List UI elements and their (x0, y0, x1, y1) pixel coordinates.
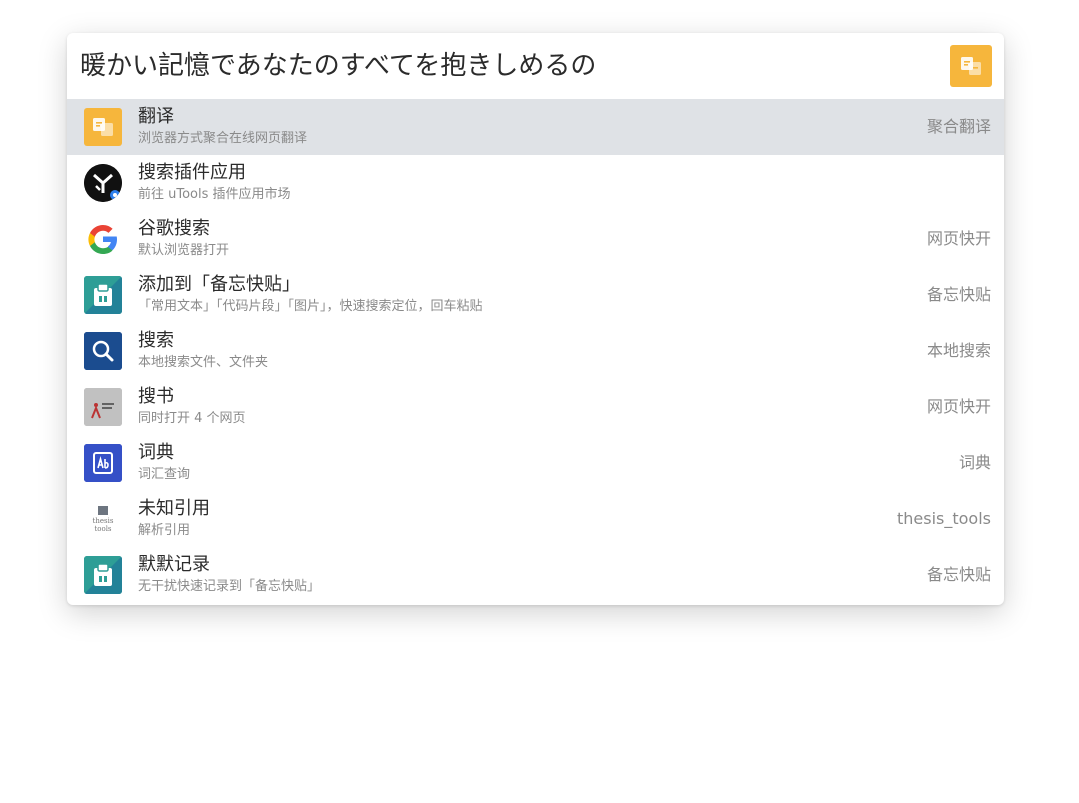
result-tag: 备忘快贴 (926, 285, 991, 304)
result-title: 翻译 (138, 106, 174, 127)
result-description: 无干扰快速记录到「备忘快贴」 (138, 579, 321, 594)
result-tag: 网页快开 (926, 397, 991, 416)
magnifier-icon (84, 332, 122, 370)
dictionary-icon (84, 444, 122, 482)
result-item-google-search[interactable]: 谷歌搜索 默认浏览器打开 网页快开 (67, 211, 1004, 267)
result-description: 浏览器方式聚合在线网页翻译 (138, 131, 308, 146)
result-title: 搜索 (138, 330, 174, 351)
result-title: 未知引用 (138, 498, 210, 519)
result-title: 搜书 (138, 386, 174, 407)
translate-plugin-button[interactable] (950, 45, 992, 87)
search-input[interactable] (80, 48, 940, 84)
result-description: 本地搜索文件、文件夹 (138, 355, 269, 370)
result-item-add-to-clipboard[interactable]: 添加到「备忘快贴」 「常用文本」「代码片段」「图片」，快速搜索定位，回车粘贴 备… (67, 267, 1004, 323)
result-description: 默认浏览器打开 (138, 243, 230, 258)
thesis-tools-logo-text-2: tools (94, 524, 112, 533)
result-description: 解析引用 (138, 523, 191, 538)
result-item-plugin-store[interactable]: 搜索插件应用 前往 uTools 插件应用市场 (67, 155, 1004, 211)
result-description: 前往 uTools 插件应用市场 (138, 187, 291, 202)
result-item-unknown-citation[interactable]: thesis tools 未知引用 解析引用 thesis_tools (67, 491, 1004, 547)
result-tag: 本地搜索 (926, 341, 991, 360)
result-title: 搜索插件应用 (138, 162, 246, 183)
clipboard-icon (84, 556, 122, 594)
result-tag: 聚合翻译 (926, 117, 991, 136)
result-item-local-search[interactable]: 搜索 本地搜索文件、文件夹 本地搜索 (67, 323, 1004, 379)
result-tag: 备忘快贴 (926, 565, 991, 584)
result-description: 同时打开 4 个网页 (138, 411, 246, 426)
launcher-panel: 翻译 浏览器方式聚合在线网页翻译 聚合翻译 搜索插件应用 前往 uTools 插… (67, 33, 1004, 605)
utools-icon (84, 164, 122, 202)
thesis-tools-logo-mark (98, 505, 108, 515)
result-item-book-search[interactable]: 搜书 同时打开 4 个网页 网页快开 (67, 379, 1004, 435)
book-search-icon (84, 388, 122, 426)
result-item-dictionary[interactable]: 词典 词汇查询 词典 (67, 435, 1004, 491)
thesis-tools-logo-text-1: thesis (92, 516, 114, 525)
result-title: 谷歌搜索 (138, 218, 210, 239)
result-title: 默默记录 (138, 554, 210, 575)
result-item-quick-note[interactable]: 默默记录 无干扰快速记录到「备忘快贴」 备忘快贴 (67, 547, 1004, 603)
search-bar (67, 33, 1004, 99)
result-description: 词汇查询 (138, 467, 191, 482)
thesis-tools-icon: thesis tools (84, 500, 122, 538)
result-title: 词典 (138, 442, 174, 463)
result-tag: 词典 (958, 453, 991, 472)
result-item-translate[interactable]: 翻译 浏览器方式聚合在线网页翻译 聚合翻译 (67, 99, 1004, 155)
result-title: 添加到「备忘快贴」 (138, 274, 300, 295)
result-tag: thesis_tools (896, 509, 991, 528)
translate-icon (84, 108, 122, 146)
results-list: 翻译 浏览器方式聚合在线网页翻译 聚合翻译 搜索插件应用 前往 uTools 插… (67, 99, 1004, 603)
google-icon (84, 220, 122, 258)
translate-icon (961, 57, 981, 75)
result-tag: 网页快开 (926, 229, 991, 248)
result-description: 「常用文本」「代码片段」「图片」，快速搜索定位，回车粘贴 (138, 299, 483, 314)
clipboard-icon (84, 276, 122, 314)
